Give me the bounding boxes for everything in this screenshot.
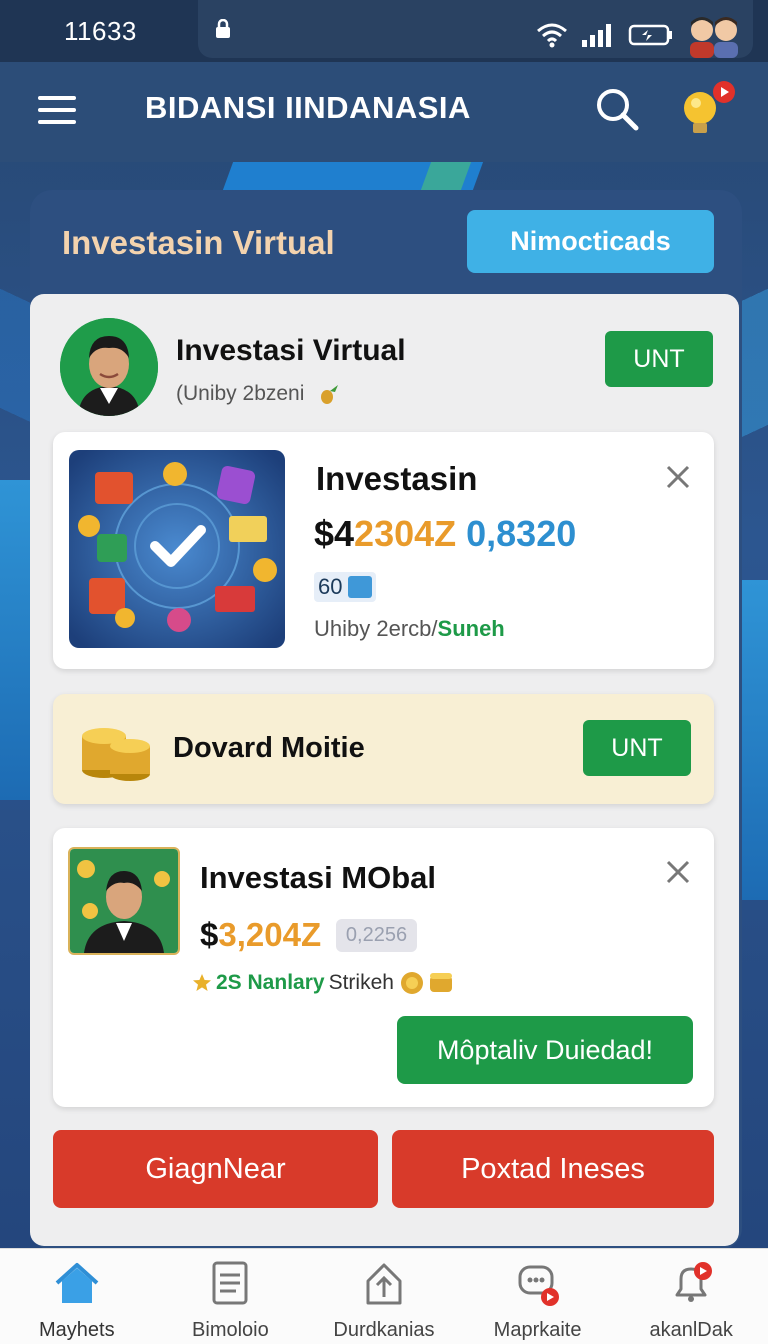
lightbulb-notification-icon[interactable] bbox=[676, 78, 740, 142]
right-action-button[interactable]: Poxtad Ineses bbox=[392, 1130, 714, 1208]
search-icon[interactable] bbox=[594, 86, 640, 132]
dovard-title: Dovard Moitie bbox=[173, 732, 365, 764]
mobal-meta: 2S Nanlary Strikeh bbox=[192, 970, 456, 996]
profile-unt-button[interactable]: UNT bbox=[605, 331, 713, 387]
nav-label: Maprkaite bbox=[493, 1319, 582, 1341]
user-avatars-icon bbox=[690, 17, 738, 58]
nav-label: Bimoloio bbox=[192, 1319, 269, 1341]
investment-thumbnail bbox=[69, 450, 285, 648]
status-icons bbox=[536, 12, 744, 58]
close-icon[interactable] bbox=[664, 858, 692, 886]
nav-item-home[interactable]: Mayhets bbox=[0, 1249, 154, 1344]
app-title: BIDANSI IINDANASIA bbox=[145, 90, 471, 125]
menu-icon[interactable] bbox=[38, 96, 76, 126]
nav-label: Mayhets bbox=[39, 1319, 115, 1341]
mobal-price-chip: 0,2256 bbox=[336, 919, 417, 952]
pineapple-icon bbox=[318, 383, 340, 405]
coins-icon bbox=[400, 972, 452, 994]
document-icon bbox=[212, 1261, 248, 1305]
profile-subtitle-text: (Uniby 2bzeni bbox=[176, 382, 305, 405]
gold-coins-icon bbox=[82, 728, 150, 781]
price-main: 2304Z bbox=[354, 513, 457, 554]
price-prefix: $4 bbox=[314, 513, 355, 554]
nav-item-notifications[interactable]: akanlDak bbox=[614, 1249, 768, 1344]
mobal-meta-highlight: 2S Nanlary bbox=[216, 971, 325, 994]
mobal-price-prefix: $ bbox=[200, 916, 219, 953]
left-action-button[interactable]: GiagnNear bbox=[53, 1130, 378, 1208]
chat-bubble-icon bbox=[518, 1265, 559, 1306]
investasin-price: $42304Z 0,8320 bbox=[314, 513, 576, 555]
bell-icon bbox=[675, 1262, 713, 1302]
panel-title: Investasin Virtual bbox=[62, 224, 335, 261]
bottom-nav: Mayhets Bimoloio Durdkanias Maprkaite ak… bbox=[0, 1248, 768, 1344]
count-badge: 60 bbox=[314, 572, 377, 602]
investasin-title: Investasin bbox=[316, 460, 478, 497]
lock-icon bbox=[216, 19, 230, 38]
mobal-meta-text: Strikeh bbox=[328, 971, 394, 994]
home-icon bbox=[55, 1263, 99, 1303]
profile-subtitle: (Uniby 2bzeni bbox=[176, 382, 340, 406]
badge-count: 60 bbox=[318, 574, 343, 599]
decor-stripe bbox=[738, 580, 768, 900]
battery-icon bbox=[628, 24, 672, 46]
mobal-thumbnail bbox=[68, 847, 180, 955]
profile-name: Investasi Virtual bbox=[176, 334, 406, 367]
signal-icon bbox=[582, 24, 611, 47]
image-icon bbox=[348, 576, 373, 598]
nav-item-documents[interactable]: Bimoloio bbox=[154, 1249, 308, 1344]
app-header: BIDANSI IINDANASIA bbox=[0, 62, 768, 162]
wifi-icon bbox=[537, 23, 567, 48]
mobal-title: Investasi MObal bbox=[200, 860, 437, 895]
nav-item-upload[interactable]: Durdkanias bbox=[307, 1249, 461, 1344]
star-icon bbox=[193, 974, 211, 991]
status-bar: 11633 bbox=[0, 0, 768, 62]
nav-item-market[interactable]: Maprkaite bbox=[461, 1249, 615, 1344]
subtext-main: Uhiby 2ercb/ bbox=[314, 616, 438, 641]
mobal-price: $3,204Z bbox=[200, 916, 321, 954]
subtext-highlight: Suneh bbox=[437, 616, 505, 641]
mobal-action-button[interactable]: Môptaliv Duiedad! bbox=[397, 1016, 693, 1084]
mobal-price-main: 3,204Z bbox=[218, 916, 322, 953]
investasin-subtext: Uhiby 2ercb/Suneh bbox=[314, 616, 505, 642]
price-secondary: 0,8320 bbox=[466, 513, 577, 554]
upload-house-icon bbox=[366, 1263, 402, 1305]
nav-label: akanlDak bbox=[649, 1319, 733, 1341]
dovard-unt-button[interactable]: UNT bbox=[583, 720, 691, 776]
avatar[interactable] bbox=[60, 318, 158, 416]
close-icon[interactable] bbox=[664, 463, 692, 491]
status-time: 11633 bbox=[64, 16, 137, 46]
nearby-button[interactable]: Nimocticads bbox=[467, 210, 714, 273]
nav-label: Durdkanias bbox=[333, 1319, 435, 1341]
